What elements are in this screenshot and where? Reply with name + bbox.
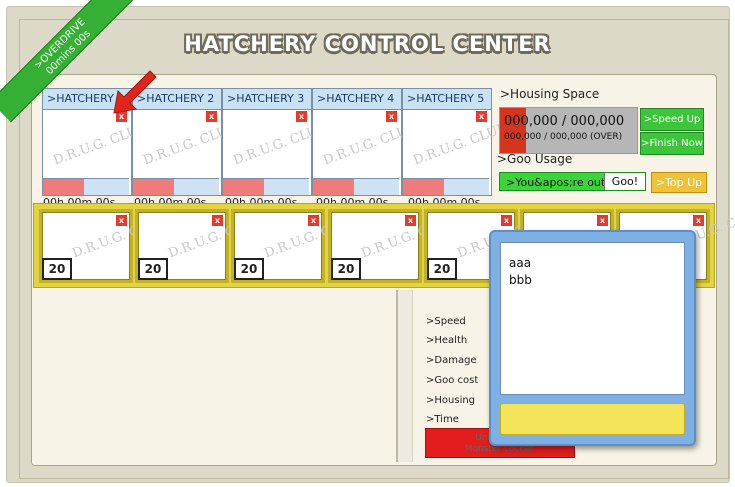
monster-slot-2[interactable]: x D.R.U.G. CLUB 20 — [135, 209, 264, 283]
stat-time: >Time — [426, 414, 459, 425]
close-icon[interactable]: x — [212, 215, 223, 226]
level-badge: 20 — [234, 258, 264, 280]
housing-detail: 000,000 / 000,000 (OVER) — [504, 132, 623, 142]
level-badge: 20 — [331, 258, 361, 280]
close-icon[interactable]: x — [296, 111, 307, 122]
housing-label: >Housing Space — [500, 87, 600, 101]
hatchery-label: >HATCHERY 4 — [313, 89, 401, 110]
hatchery-label: >HATCHERY 5 — [403, 89, 491, 110]
popup-button[interactable] — [500, 403, 685, 435]
monster-slot-3[interactable]: x D.R.U.G. CLUB 20 — [231, 209, 360, 283]
stat-damage: >Damage — [426, 355, 477, 366]
close-icon[interactable]: x — [476, 111, 487, 122]
close-icon[interactable]: x — [597, 215, 608, 226]
stat-health: >Health — [426, 335, 468, 346]
finish-now-button[interactable]: >Finish Now — [640, 132, 704, 155]
goo-meter: >You&apos;re out of Goo! — [499, 172, 646, 191]
info-popup: aaa bbb — [489, 230, 696, 446]
progress-bar — [403, 178, 489, 195]
goo-message: >You&apos;re out of — [506, 176, 620, 189]
hatchery-card-4[interactable]: >HATCHERY 4 x D.R.U.G. CLUB — [312, 88, 419, 196]
level-badge: 20 — [138, 258, 168, 280]
progress-bar — [223, 178, 309, 195]
popup-line-2: bbb — [509, 273, 532, 287]
hatchery-label: >HATCHERY 3 — [223, 89, 311, 110]
stat-speed: >Speed — [426, 316, 466, 327]
monster-slot-1[interactable]: x D.R.U.G. CLUB 20 — [39, 209, 168, 283]
housing-meter: 000,000 / 000,000 000,000 / 000,000 (OVE… — [499, 107, 638, 154]
progress-bar — [313, 178, 399, 195]
monster-slot-4[interactable]: x D.R.U.G. CLUB 20 — [328, 209, 457, 283]
close-icon[interactable]: x — [501, 215, 512, 226]
top-up-button[interactable]: >Top Up — [651, 172, 707, 193]
stat-goo-cost: >Goo cost — [426, 375, 479, 386]
progress-bar — [133, 178, 219, 195]
goo-value: Goo! — [604, 173, 645, 190]
panel-divider — [396, 290, 413, 462]
stat-housing: >Housing — [426, 395, 476, 406]
progress-bar — [43, 178, 129, 195]
housing-value: 000,000 / 000,000 — [504, 114, 625, 129]
hatchery-card-3[interactable]: >HATCHERY 3 x D.R.U.G. CLUB — [222, 88, 329, 196]
page-title: HATCHERY CONTROL CENTER — [184, 32, 551, 56]
level-badge: 20 — [42, 258, 72, 280]
close-icon[interactable]: x — [116, 215, 127, 226]
close-icon[interactable]: x — [386, 111, 397, 122]
popup-content: aaa bbb — [500, 242, 685, 395]
close-icon[interactable]: x — [206, 111, 217, 122]
hatchery-card-5[interactable]: >HATCHERY 5 x D.R.U.G. CLUB — [402, 88, 509, 196]
popup-line-1: aaa — [509, 256, 532, 270]
speed-up-button[interactable]: >Speed Up — [640, 108, 704, 131]
close-icon[interactable]: x — [693, 215, 704, 226]
goo-usage-label: >Goo Usage — [497, 152, 573, 166]
close-icon[interactable]: x — [308, 215, 319, 226]
level-badge: 20 — [427, 258, 457, 280]
close-icon[interactable]: x — [405, 215, 416, 226]
pointer-arrow-icon — [113, 70, 157, 114]
